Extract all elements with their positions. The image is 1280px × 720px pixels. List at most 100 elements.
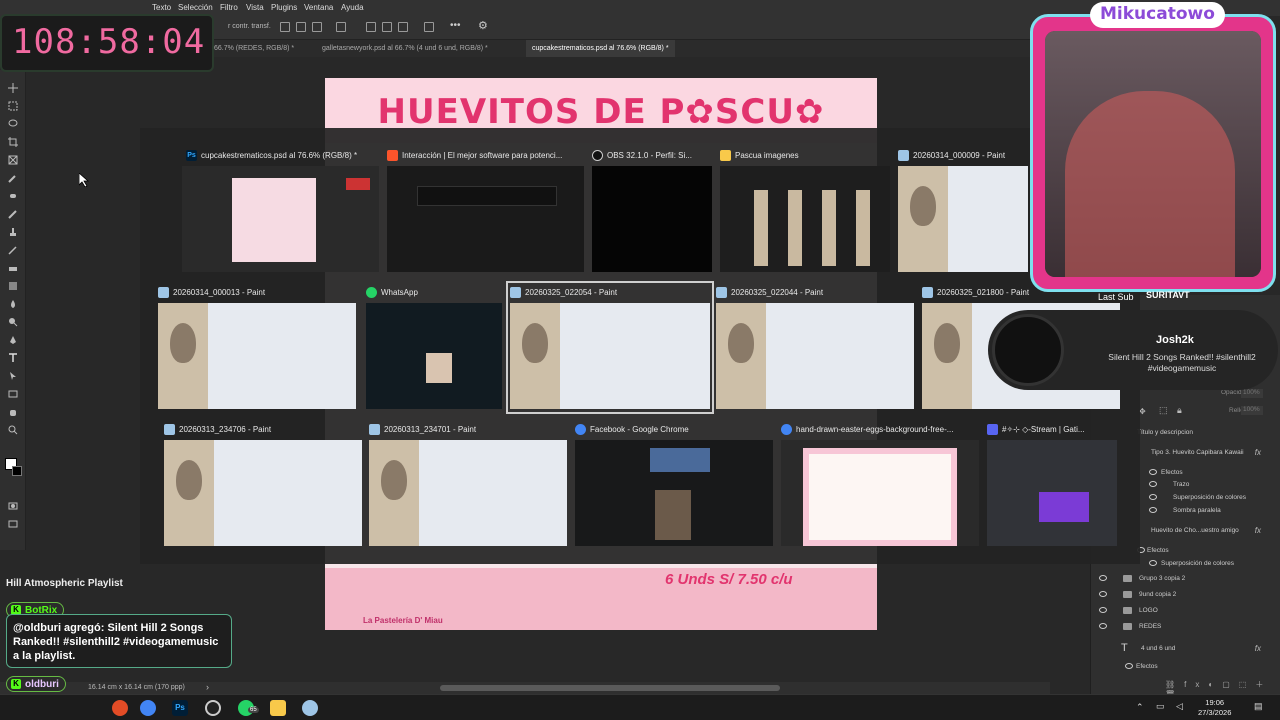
- horizontal-scrollbar[interactable]: [440, 685, 780, 691]
- layer-group-row[interactable]: 9und copia 2: [1091, 587, 1280, 603]
- layer-group-row[interactable]: Grupo 3 copia 2: [1091, 571, 1280, 587]
- background-color-swatch[interactable]: [12, 466, 22, 476]
- fill-field[interactable]: 100%: [1241, 406, 1263, 415]
- align-left-icon[interactable]: [280, 22, 290, 32]
- layer-effects-row[interactable]: Efectos: [1091, 659, 1280, 675]
- folder-icon[interactable]: [270, 700, 286, 716]
- move-tool-icon[interactable]: [8, 80, 18, 93]
- fx-icon[interactable]: fx: [1255, 526, 1261, 535]
- align-middle-icon[interactable]: [382, 22, 392, 32]
- window-explorer[interactable]: Pascua imagenes: [720, 148, 890, 272]
- marquee-tool-icon[interactable]: [8, 98, 18, 111]
- menu-texto[interactable]: Texto: [152, 3, 171, 12]
- gear-icon[interactable]: ⚙: [478, 19, 488, 32]
- eye-icon[interactable]: [1149, 481, 1157, 487]
- window-obs[interactable]: OBS 32.1.0 - Perfil: Si...: [592, 148, 712, 272]
- eye-icon[interactable]: [1099, 591, 1107, 597]
- taskbar: Ps 65 ⌃ ▭ ◁ 19:06 27/3/2026 ▤: [0, 694, 1280, 720]
- opacity-field[interactable]: 100%: [1241, 389, 1263, 398]
- crop-tool-icon[interactable]: [8, 134, 18, 147]
- fx-icon[interactable]: fx: [1255, 448, 1261, 457]
- layer-group-row[interactable]: REDES: [1091, 619, 1280, 635]
- menu-ayuda[interactable]: Ayuda: [341, 3, 364, 12]
- distribute-vertical-icon[interactable]: [424, 22, 434, 32]
- eye-icon[interactable]: [1149, 469, 1157, 475]
- brave-icon[interactable]: [112, 700, 128, 716]
- screen-mode-icon[interactable]: [8, 516, 18, 528]
- align-bottom-icon[interactable]: [398, 22, 408, 32]
- eye-icon[interactable]: [1099, 607, 1107, 613]
- more-options-icon[interactable]: •••: [450, 20, 461, 31]
- zoom-tool-icon[interactable]: [8, 422, 18, 435]
- eye-icon[interactable]: [1149, 494, 1157, 500]
- blur-tool-icon[interactable]: [8, 296, 18, 308]
- eye-icon[interactable]: [1125, 663, 1133, 669]
- volume-icon[interactable]: ◁: [1176, 701, 1183, 712]
- obs-icon[interactable]: [205, 700, 221, 716]
- align-top-icon[interactable]: [366, 22, 376, 32]
- lasso-tool-icon[interactable]: [8, 116, 18, 127]
- tab-cupcakes[interactable]: cupcakestrematicos.psd al 76.6% (RGB/8) …: [526, 40, 675, 57]
- menu-ventana[interactable]: Ventana: [304, 3, 333, 12]
- menu-filtro[interactable]: Filtro: [220, 3, 238, 12]
- eye-icon[interactable]: [1149, 507, 1157, 513]
- notifications-icon[interactable]: ▤: [1254, 701, 1263, 712]
- window-thumbnail: [387, 166, 584, 272]
- eyedropper-tool-icon[interactable]: [8, 170, 18, 183]
- window-discord[interactable]: #✧⊹ ◇-Stream | Gati...: [987, 422, 1117, 547]
- brush-tool-icon[interactable]: [8, 206, 18, 219]
- photoshop-icon[interactable]: Ps: [172, 700, 188, 716]
- eraser-tool-icon[interactable]: [8, 260, 18, 271]
- quick-mask-icon[interactable]: [8, 498, 18, 510]
- window-whatsapp[interactable]: WhatsApp: [366, 285, 502, 410]
- webcam-feed: [1045, 31, 1261, 277]
- window-paint[interactable]: 20260325_022044 - Paint: [716, 285, 914, 410]
- menu-plugins[interactable]: Plugins: [271, 3, 297, 12]
- tab-galletas[interactable]: galletasnewyork.psd al 66.7% (4 und 6 un…: [316, 40, 494, 57]
- layer-group-row[interactable]: LOGO: [1091, 603, 1280, 619]
- status-arrow-icon[interactable]: ›: [206, 682, 209, 692]
- hand-tool-icon[interactable]: [8, 404, 18, 416]
- chrome-icon[interactable]: [140, 700, 156, 716]
- window-thumbnail: [510, 303, 710, 409]
- layer-text-row[interactable]: T4 und 6 und fx: [1091, 641, 1280, 657]
- lock-icon[interactable]: 🔒︎: [1177, 405, 1182, 416]
- window-title: cupcakestrematicos.psd al 76.6% (RGB/8) …: [201, 150, 358, 160]
- align-center-icon[interactable]: [296, 22, 306, 32]
- window-chrome-facebook[interactable]: Facebook - Google Chrome: [575, 422, 773, 547]
- window-chrome-eggs[interactable]: hand-drawn-easter-eggs-background-free-.…: [781, 422, 979, 547]
- align-right-icon[interactable]: [312, 22, 322, 32]
- gradient-tool-icon[interactable]: [8, 278, 18, 290]
- healing-tool-icon[interactable]: [8, 188, 18, 198]
- window-brave[interactable]: Interacción | El mejor software para pot…: [387, 148, 584, 272]
- pen-tool-icon[interactable]: [8, 332, 18, 344]
- system-clock[interactable]: 19:06 27/3/2026: [1198, 698, 1231, 718]
- window-paint[interactable]: 20260314_000009 - Paint: [898, 148, 1028, 272]
- window-paint-selected[interactable]: 20260325_022054 - Paint: [506, 281, 714, 414]
- menu-vista[interactable]: Vista: [246, 3, 264, 12]
- network-icon[interactable]: ▭: [1156, 701, 1165, 712]
- window-paint[interactable]: 20260314_000013 - Paint: [158, 285, 356, 410]
- path-selection-icon[interactable]: [8, 368, 18, 380]
- history-brush-icon[interactable]: [8, 242, 18, 255]
- artboard-icon[interactable]: ⬚: [1159, 405, 1168, 416]
- transform-controls-label[interactable]: r contr. transf.: [228, 23, 271, 30]
- fx-icon[interactable]: fx: [1255, 644, 1261, 653]
- rectangle-tool-icon[interactable]: [8, 386, 18, 398]
- distribute-icon[interactable]: [336, 22, 346, 32]
- window-paint[interactable]: 20260313_234706 - Paint: [164, 422, 362, 547]
- tray-chevron-icon[interactable]: ⌃: [1136, 702, 1144, 713]
- frame-tool-icon[interactable]: [8, 152, 18, 165]
- window-photoshop[interactable]: Ps cupcakestrematicos.psd al 76.6% (RGB/8…: [182, 148, 379, 272]
- move-layer-icon[interactable]: ✥: [1139, 407, 1146, 416]
- type-tool-icon[interactable]: [8, 350, 18, 362]
- stamp-tool-icon[interactable]: [8, 224, 18, 236]
- eye-icon[interactable]: [1099, 575, 1107, 581]
- eye-icon[interactable]: [1099, 623, 1107, 629]
- menu-seleccion[interactable]: Selección: [178, 3, 213, 12]
- dodge-tool-icon[interactable]: [8, 314, 18, 327]
- paint-icon[interactable]: [302, 700, 318, 716]
- eye-icon[interactable]: [1149, 560, 1157, 566]
- tab-redes[interactable]: 66.7% (REDES, RGB/8) *: [208, 40, 300, 57]
- window-paint[interactable]: 20260313_234701 - Paint: [369, 422, 567, 547]
